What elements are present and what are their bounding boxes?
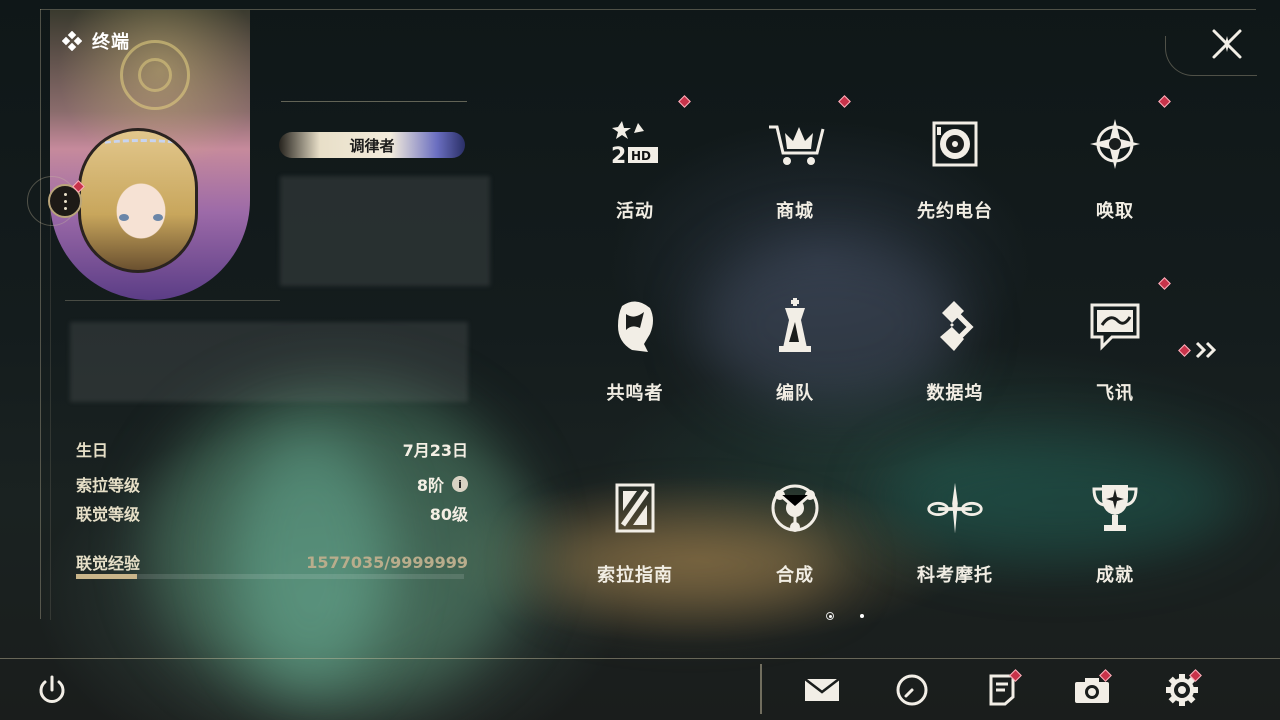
menu-tile-convene-compass[interactable]: 唤取 [1035,95,1195,246]
shop-cart-icon [765,114,825,174]
camera-button[interactable] [1070,668,1114,712]
menu-tile-badge [838,95,851,108]
birthday-value: 7月23日 [402,441,468,460]
synthesis-icon [765,478,825,538]
menu-tile-data-bank[interactable]: 数据坞 [875,278,1035,428]
more-dots-icon [63,191,67,212]
union-exp-fill [76,574,138,579]
union-level-value: 80级 [429,505,468,524]
radio-icon [925,114,985,174]
page-dot-active[interactable] [826,612,834,620]
menu-tile-label: 编队 [776,383,814,404]
settings-button[interactable] [1160,668,1204,712]
menu-tile-label: 先约电台 [917,201,993,222]
page-dot[interactable] [860,614,864,618]
menu-tile-trophy[interactable]: 成就 [1035,460,1195,610]
motorcycle-icon [925,478,985,538]
sola-level-value: 8阶 [416,476,444,495]
menu-tile-label: 数据坞 [926,383,984,404]
menu-tile-radio[interactable]: 先约电台 [875,96,1035,246]
divider [65,300,280,301]
name-blurred [280,176,490,286]
menu-tile-label: 合成 [776,565,814,586]
bottom-divider [0,658,1280,659]
double-chevron-right-icon [1195,341,1217,359]
resonator-head-icon [605,296,665,356]
terminal-title: 终端 [62,28,130,54]
menu-tile-label: 科考摩托 [917,565,993,586]
event-2hd-icon: 2 HD [605,114,665,174]
menu-tile-label: 共鸣者 [606,383,664,404]
clock-icon [896,674,928,706]
message-chat-icon [1085,296,1145,356]
data-bank-icon [925,296,985,356]
notice-button[interactable] [980,668,1024,712]
avatar[interactable] [78,128,198,273]
power-icon [39,675,65,703]
stat-birthday: 生日 7月23日 [76,437,468,461]
terminal-label: 终端 [92,32,130,53]
menu-tile-guide-book[interactable]: 索拉指南 [555,460,715,610]
menu-tile-badge [1158,95,1171,108]
sola-level-value-wrap: 8阶 i [417,472,468,496]
info-icon[interactable]: i [452,476,468,492]
union-exp-label: 联觉经验 [76,554,141,573]
union-exp-bar [76,574,464,579]
menu-tile-badge [1158,277,1171,290]
stat-sola-level: 索拉等级 8阶 i [76,472,468,496]
menu-tile-label: 飞讯 [1096,383,1134,404]
guide-book-icon [605,478,665,538]
menu-tile-label: 成就 [1096,565,1134,586]
menu-tile-motorcycle[interactable]: 科考摩托 [875,460,1035,610]
next-page-badge [1178,343,1191,357]
menu-tile-shop-cart[interactable]: 商城 [715,95,875,246]
sola-level-label: 索拉等级 [76,476,141,495]
menu-tile-badge [678,95,691,108]
menu-tile-label: 索拉指南 [597,565,673,586]
menu-tile-label: 商城 [776,201,814,222]
title-badge[interactable]: 调律者 [279,132,465,158]
frame-left-line [40,9,41,619]
svg-text:2: 2 [611,144,626,169]
menu-tile-message-chat[interactable]: 飞讯 [1035,277,1195,428]
divider [281,101,467,102]
bottom-separator [760,664,762,714]
menu-tile-team-chess[interactable]: 编队 [715,278,875,428]
close-button[interactable] [1207,24,1247,64]
mail-icon [804,678,840,701]
page-indicator [826,612,864,620]
menu-tile-event-2hd[interactable]: 2 HD 活动 [555,95,715,246]
menu-tile-synthesis[interactable]: 合成 [715,460,875,610]
menu-tile-label: 活动 [616,201,654,222]
stat-union-exp: 联觉经验 1577035/9999999 [76,550,468,574]
clock-button[interactable] [890,668,934,712]
stat-union-level: 联觉等级 80级 [76,501,468,525]
mail-button[interactable] [800,668,844,712]
power-button[interactable] [30,668,74,712]
menu-tile-label: 唤取 [1096,201,1134,222]
union-exp-value: 1577035/9999999 [306,552,468,572]
convene-compass-icon [1085,114,1145,174]
svg-text:HD: HD [631,149,651,163]
title-badge-label: 调律者 [349,136,395,155]
trophy-icon [1085,478,1145,538]
signature-blurred [70,322,468,402]
close-x-icon [1212,29,1242,59]
union-level-label: 联觉等级 [76,505,141,524]
terminal-icon [62,31,82,51]
menu-tile-resonator-head[interactable]: 共鸣者 [555,278,715,428]
next-page-button[interactable] [1178,338,1224,362]
birthday-label: 生日 [76,441,109,460]
team-chess-icon [765,296,825,356]
